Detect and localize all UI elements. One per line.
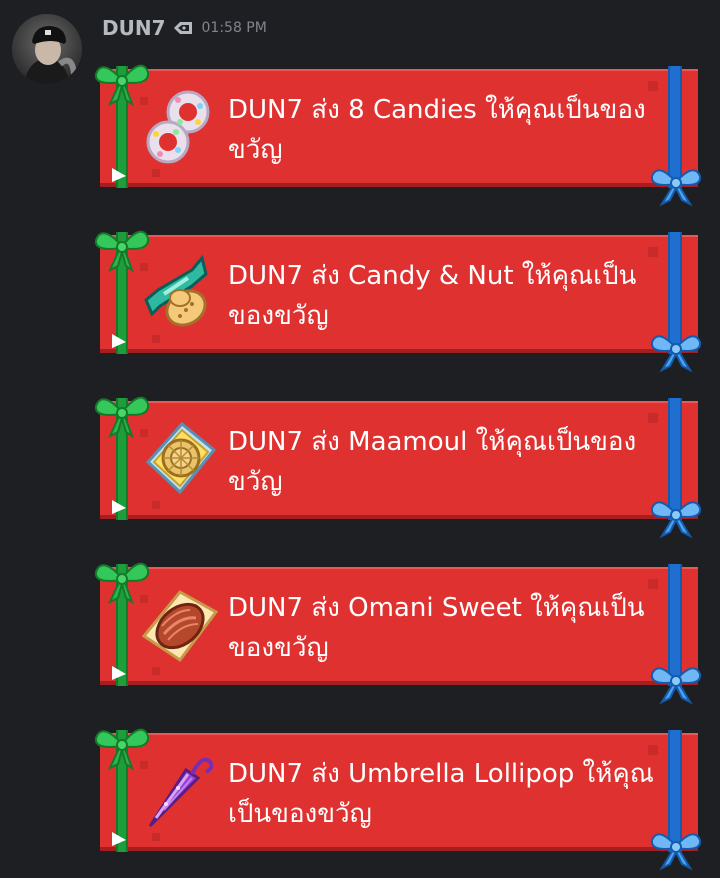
timestamp: 01:58 PM [201, 20, 267, 36]
avatar[interactable] [12, 14, 82, 84]
badge-icon[interactable] [172, 19, 194, 37]
username[interactable]: DUN7 [102, 16, 166, 40]
candies-icon [146, 90, 210, 164]
gift-card-candy-nut[interactable]: DUN7 ส่ง Candy & Nut ให้คุณเป็นของขวัญ [94, 230, 702, 373]
message-header: DUN7 01:58 PM [102, 14, 267, 42]
pixel-decor [152, 335, 160, 343]
white-corner [112, 666, 126, 680]
gift-message: DUN7 ส่ง Maamoul ให้คุณเป็นของขวัญ [228, 427, 637, 497]
gift-message: DUN7 ส่ง 8 Candies ให้คุณเป็นของขวัญ [228, 95, 646, 165]
white-corner [112, 168, 126, 182]
umbrella-lollipop-icon [148, 757, 214, 828]
gift-message: DUN7 ส่ง Omani Sweet ให้คุณเป็นของขวัญ [228, 593, 645, 663]
gift-message: DUN7 ส่ง Umbrella Lollipop ให้คุณเป็นของ… [228, 759, 654, 829]
pixel-decor [152, 501, 160, 509]
gift-card-candies[interactable]: DUN7 ส่ง 8 Candies ให้คุณเป็นของขวัญ [94, 64, 702, 207]
white-corner [112, 334, 126, 348]
maamoul-icon [145, 421, 217, 495]
pixel-decor [152, 667, 160, 675]
pixel-decor [152, 833, 160, 841]
pixel-decor [152, 169, 160, 177]
gift-card-omani-sweet[interactable]: DUN7 ส่ง Omani Sweet ให้คุณเป็นของขวัญ [94, 562, 702, 705]
gift-message: DUN7 ส่ง Candy & Nut ให้คุณเป็นของขวัญ [228, 261, 637, 331]
gift-card-maamoul[interactable]: DUN7 ส่ง Maamoul ให้คุณเป็นของขวัญ [94, 396, 702, 539]
white-corner [112, 832, 126, 846]
chat-message: DUN7 01:58 PM DUN7 ส่ง 8 Candies ให้คุณเ… [0, 0, 720, 878]
gift-card-umbrella-lollipop[interactable]: DUN7 ส่ง Umbrella Lollipop ให้คุณเป็นของ… [94, 728, 702, 871]
candy-nut-icon [144, 254, 208, 327]
omani-sweet-icon [141, 590, 219, 663]
white-corner [112, 500, 126, 514]
